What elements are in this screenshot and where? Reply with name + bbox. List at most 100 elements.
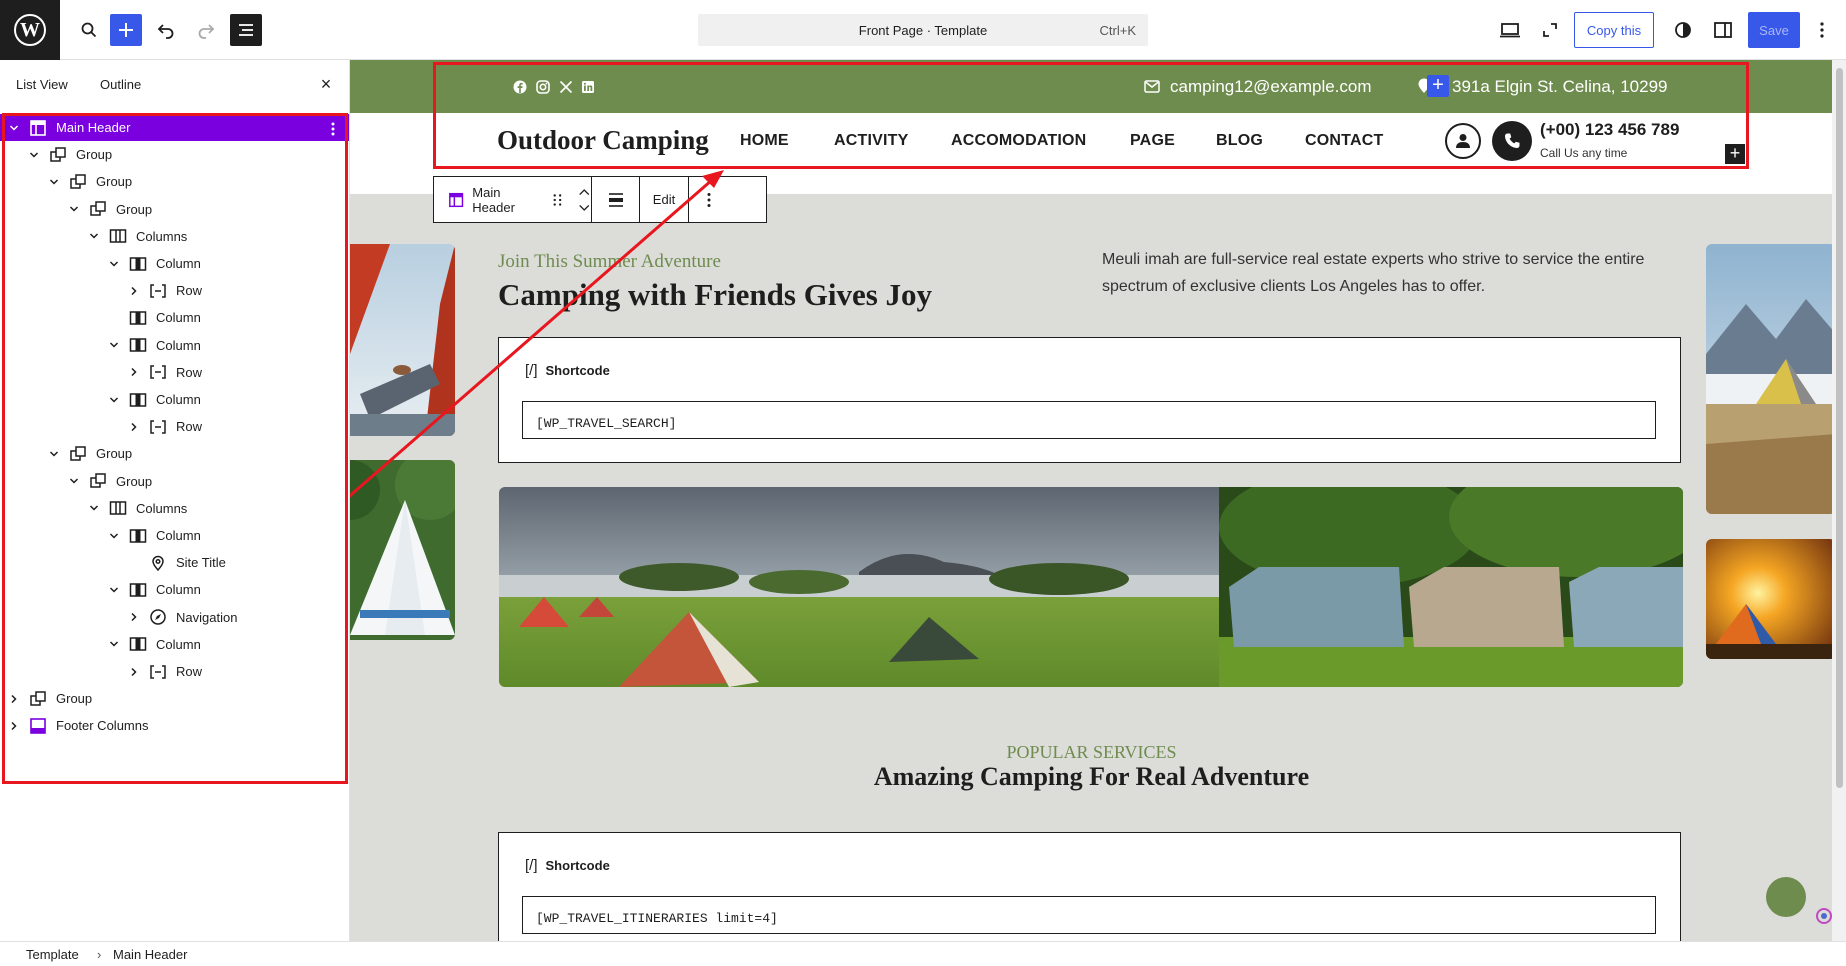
add-block-button[interactable] (110, 14, 142, 46)
settings-sidebar-button[interactable] (1707, 14, 1739, 46)
list-item[interactable]: Navigation (0, 604, 349, 631)
chevron-down-icon[interactable] (66, 201, 82, 217)
device-preview-button[interactable] (1494, 14, 1526, 46)
list-item-label: Columns (136, 500, 188, 516)
tab-outline[interactable]: Outline (100, 77, 141, 92)
chevron-right-icon[interactable] (6, 691, 22, 707)
list-item[interactable]: Column (0, 332, 349, 359)
list-item-label: Main Header (56, 120, 131, 135)
chevron-down-icon[interactable] (106, 392, 122, 408)
chevron-right-icon[interactable] (126, 283, 142, 299)
list-item[interactable]: Column (0, 304, 349, 331)
chevron-down-icon[interactable] (66, 473, 82, 489)
document-overview-button[interactable] (230, 14, 262, 46)
row-icon (148, 417, 168, 437)
search-button[interactable] (73, 14, 105, 46)
row-icon (148, 362, 168, 382)
options-button[interactable] (1806, 14, 1838, 46)
chevron-right-icon[interactable] (126, 419, 142, 435)
chevron-down-icon[interactable] (106, 256, 122, 272)
wordpress-icon: W (14, 14, 46, 46)
list-view-tabs: List View Outline × (0, 60, 349, 108)
row-icon (148, 281, 168, 301)
chevron-down-icon[interactable] (46, 446, 62, 462)
command-palette-button[interactable]: Front Page · Template Ctrl+K (698, 14, 1148, 46)
list-item[interactable]: Group (0, 196, 349, 223)
group-icon (68, 444, 88, 464)
list-item[interactable]: Group (0, 468, 349, 495)
list-item-label: Row (176, 364, 203, 380)
list-item-label: Row (176, 419, 203, 435)
breadcrumb-main-header[interactable]: Main Header (113, 947, 187, 962)
chevron-down-icon[interactable] (106, 337, 122, 353)
list-item[interactable]: Column (0, 386, 349, 413)
list-item-label: Group (116, 201, 153, 217)
list-item[interactable]: Group (0, 440, 349, 467)
list-item[interactable]: Group (0, 168, 349, 195)
list-item[interactable]: Main Header (0, 114, 349, 141)
more-vertical-icon (1820, 22, 1824, 38)
list-item[interactable]: Footer Columns (0, 712, 349, 739)
chevron-down-icon[interactable] (86, 228, 102, 244)
more-vertical-icon[interactable] (331, 121, 335, 141)
undo-icon (157, 24, 174, 39)
column-icon (128, 526, 148, 546)
chevron-down-icon[interactable] (106, 528, 122, 544)
list-item[interactable]: Row (0, 277, 349, 304)
column-icon (128, 308, 148, 328)
list-item-label: Footer Columns (56, 718, 149, 734)
chevron-down-icon[interactable] (26, 147, 42, 163)
template-part-icon (28, 118, 48, 138)
styles-button[interactable] (1667, 14, 1699, 46)
search-icon (81, 22, 97, 38)
wordpress-logo-button[interactable]: W (0, 0, 60, 60)
chevron-down-icon[interactable] (46, 174, 62, 190)
breadcrumb-separator: › (97, 947, 102, 962)
list-item[interactable]: Column (0, 631, 349, 658)
chevron-right-icon[interactable] (126, 609, 142, 625)
chevron-down-icon[interactable] (86, 500, 102, 516)
list-item-label: Column (156, 337, 201, 353)
column-icon (128, 580, 148, 600)
list-item-label: Group (116, 473, 153, 489)
list-item-label: Group (96, 446, 133, 462)
desktop-icon (1500, 23, 1520, 38)
chevron-right-icon[interactable] (126, 664, 142, 680)
list-item-label: Column (156, 310, 201, 326)
redo-button[interactable] (190, 14, 222, 46)
list-item[interactable]: Site Title (0, 549, 349, 576)
copy-this-button[interactable]: Copy this (1574, 12, 1654, 48)
zoom-out-button[interactable] (1534, 14, 1566, 46)
chevron-right-icon[interactable] (126, 364, 142, 380)
list-item[interactable]: Row (0, 658, 349, 685)
chevron-down-icon[interactable] (106, 582, 122, 598)
canvas-scrollbar[interactable] (1832, 60, 1846, 941)
chevron-down-icon[interactable] (6, 120, 22, 136)
list-item[interactable]: Group (0, 141, 349, 168)
list-item[interactable]: Column (0, 576, 349, 603)
undo-button[interactable] (150, 14, 182, 46)
list-item[interactable]: Row (0, 413, 349, 440)
list-item[interactable]: Row (0, 359, 349, 386)
list-item[interactable]: Column (0, 522, 349, 549)
list-item[interactable]: Columns (0, 495, 349, 522)
chevron-right-icon[interactable] (6, 718, 22, 734)
breadcrumb-template[interactable]: Template (26, 947, 79, 962)
list-item-label: Column (156, 582, 201, 598)
column-icon (128, 335, 148, 355)
list-item-label: Group (56, 691, 93, 707)
tab-list-view[interactable]: List View (16, 77, 68, 92)
scrollbar-thumb[interactable] (1836, 68, 1843, 788)
list-item[interactable]: Columns (0, 223, 349, 250)
close-icon[interactable]: × (316, 74, 336, 94)
sidebar-icon (1714, 22, 1732, 38)
navigation-icon (148, 607, 168, 627)
chevron-down-icon[interactable] (106, 636, 122, 652)
column-icon (128, 634, 148, 654)
columns-icon (108, 226, 128, 246)
list-item[interactable]: Column (0, 250, 349, 277)
list-item[interactable]: Group (0, 685, 349, 712)
list-item-label: Group (96, 174, 133, 190)
save-button[interactable]: Save (1748, 12, 1800, 48)
group-icon (48, 145, 68, 165)
